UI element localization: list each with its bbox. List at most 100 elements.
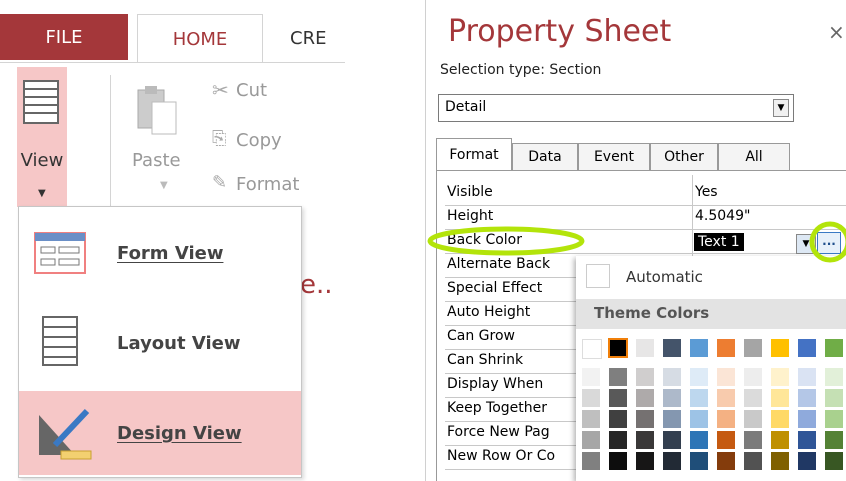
create-tab[interactable]: CRE (290, 14, 345, 62)
property-row[interactable]: Visible Yes (445, 182, 846, 206)
obscured-title: e.. (300, 270, 333, 300)
datasheet-icon (23, 80, 59, 124)
color-picker: Automatic Theme Colors (576, 256, 846, 481)
color-swatch[interactable] (771, 339, 789, 357)
color-swatch[interactable] (717, 452, 735, 470)
color-swatch[interactable] (744, 431, 762, 449)
color-swatch[interactable] (798, 431, 816, 449)
color-swatch[interactable] (690, 339, 708, 357)
color-swatch[interactable] (609, 431, 627, 449)
color-swatch[interactable] (744, 339, 762, 357)
close-icon[interactable]: × (828, 20, 845, 44)
color-swatch[interactable] (771, 452, 789, 470)
automatic-swatch[interactable] (586, 264, 610, 288)
color-swatch[interactable] (798, 368, 816, 386)
property-value: 4.5049" (695, 208, 751, 224)
color-swatch[interactable] (825, 339, 843, 357)
color-swatch[interactable] (582, 452, 600, 470)
color-swatch[interactable] (609, 368, 627, 386)
color-swatch[interactable] (609, 389, 627, 407)
color-swatch[interactable] (582, 389, 600, 407)
color-swatch[interactable] (798, 339, 816, 357)
color-swatch[interactable] (690, 431, 708, 449)
color-swatch[interactable] (582, 368, 600, 386)
color-swatch[interactable] (771, 431, 789, 449)
color-swatch[interactable] (582, 431, 600, 449)
home-tab[interactable]: HOME (137, 14, 263, 63)
file-tab[interactable]: FILE (0, 14, 128, 60)
paste-label: Paste (132, 150, 181, 171)
menu-item-design-view[interactable]: Design View (19, 391, 301, 475)
color-swatch[interactable] (663, 410, 681, 428)
paste-icon (137, 86, 177, 135)
property-name: Display When (447, 376, 544, 392)
color-swatch[interactable] (636, 339, 654, 357)
color-swatch[interactable] (771, 410, 789, 428)
color-swatch[interactable] (608, 338, 628, 358)
color-swatch[interactable] (663, 339, 681, 357)
view-menu: Form View Layout View Design View (18, 206, 302, 478)
color-swatch[interactable] (582, 339, 602, 359)
color-swatch[interactable] (798, 452, 816, 470)
format-painter-label[interactable]: Format (236, 174, 299, 195)
color-swatch[interactable] (717, 410, 735, 428)
color-swatch[interactable] (744, 368, 762, 386)
chevron-down-icon: ▼ (38, 188, 46, 199)
color-swatch[interactable] (636, 452, 654, 470)
color-swatch[interactable] (717, 339, 735, 357)
menu-item-layout-view[interactable]: Layout View (19, 301, 301, 385)
automatic-option[interactable]: Automatic (626, 268, 703, 286)
highlight-ellipse (427, 226, 585, 256)
layout-view-icon (42, 316, 78, 366)
tab-other[interactable]: Other (650, 143, 718, 171)
color-swatch[interactable] (636, 410, 654, 428)
format-painter-icon: ✎ (212, 172, 228, 193)
color-swatch[interactable] (771, 389, 789, 407)
property-name: Force New Pag (447, 424, 550, 440)
color-swatch[interactable] (690, 452, 708, 470)
tab-format[interactable]: Format (436, 138, 512, 171)
object-select[interactable]: Detail ▼ (438, 94, 794, 122)
color-swatch[interactable] (825, 389, 843, 407)
color-swatch[interactable] (825, 452, 843, 470)
back-color-value[interactable]: Text 1 (694, 233, 744, 251)
copy-icon: ⎘ (212, 128, 227, 149)
color-swatch[interactable] (636, 431, 654, 449)
tab-all[interactable]: All (718, 143, 790, 171)
color-swatch[interactable] (771, 368, 789, 386)
tab-data[interactable]: Data (512, 143, 578, 171)
color-swatch[interactable] (717, 431, 735, 449)
color-swatch[interactable] (825, 368, 843, 386)
color-swatch[interactable] (663, 431, 681, 449)
color-swatch[interactable] (663, 389, 681, 407)
color-swatch[interactable] (609, 452, 627, 470)
ribbon-divider (0, 62, 345, 63)
cut-label[interactable]: Cut (236, 80, 267, 101)
highlight-circle (809, 221, 846, 263)
property-name: Can Grow (447, 328, 515, 344)
color-swatch[interactable] (744, 389, 762, 407)
color-swatch[interactable] (636, 389, 654, 407)
color-swatch[interactable] (690, 368, 708, 386)
color-swatch[interactable] (636, 368, 654, 386)
color-swatch[interactable] (717, 389, 735, 407)
tab-event[interactable]: Event (578, 143, 650, 171)
color-swatch[interactable] (744, 410, 762, 428)
gap (345, 0, 425, 481)
color-swatch[interactable] (690, 410, 708, 428)
color-swatch[interactable] (744, 452, 762, 470)
chevron-down-icon[interactable]: ▼ (773, 99, 789, 117)
color-swatch[interactable] (663, 368, 681, 386)
color-swatch[interactable] (717, 368, 735, 386)
color-swatch[interactable] (609, 410, 627, 428)
property-name: Can Shrink (447, 352, 524, 368)
color-swatch[interactable] (690, 389, 708, 407)
menu-item-form-view[interactable]: Form View (19, 211, 301, 295)
color-swatch[interactable] (825, 431, 843, 449)
color-swatch[interactable] (825, 410, 843, 428)
color-swatch[interactable] (663, 452, 681, 470)
color-swatch[interactable] (798, 389, 816, 407)
copy-label[interactable]: Copy (236, 130, 282, 151)
color-swatch[interactable] (798, 410, 816, 428)
color-swatch[interactable] (582, 410, 600, 428)
